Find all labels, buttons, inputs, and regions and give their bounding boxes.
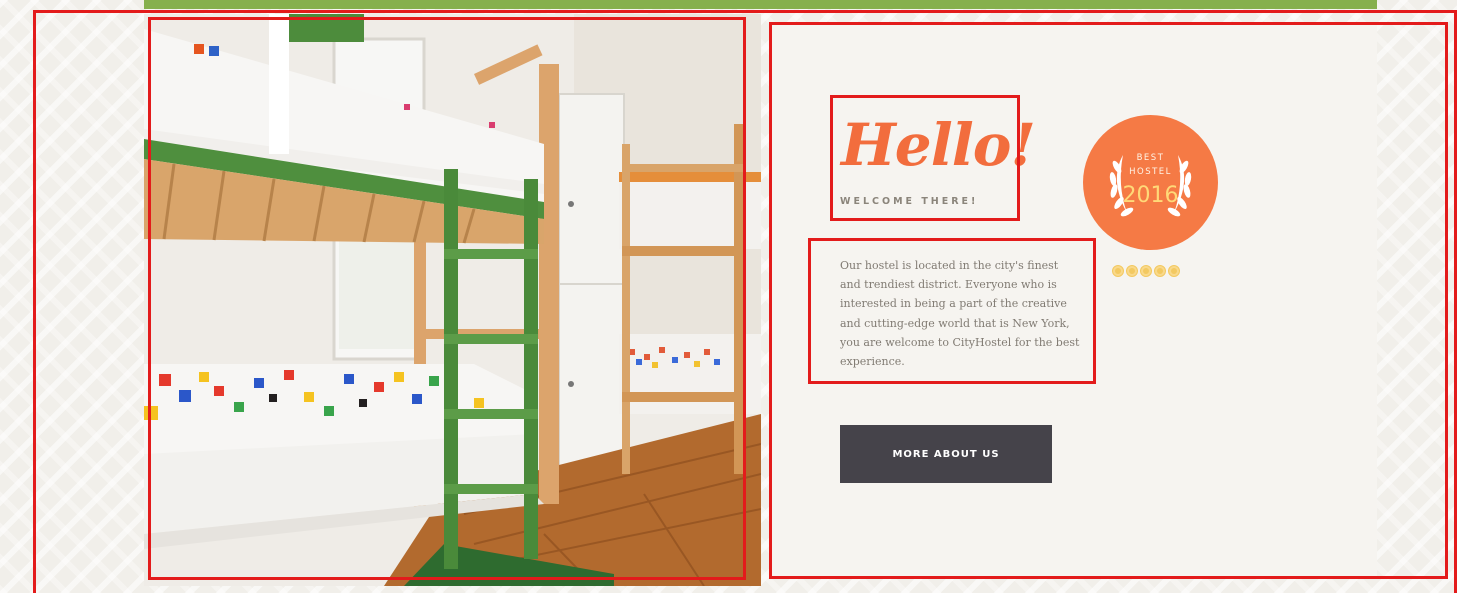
top-accent-bar [144, 0, 1377, 9]
section-highlight-frame [33, 10, 1457, 593]
